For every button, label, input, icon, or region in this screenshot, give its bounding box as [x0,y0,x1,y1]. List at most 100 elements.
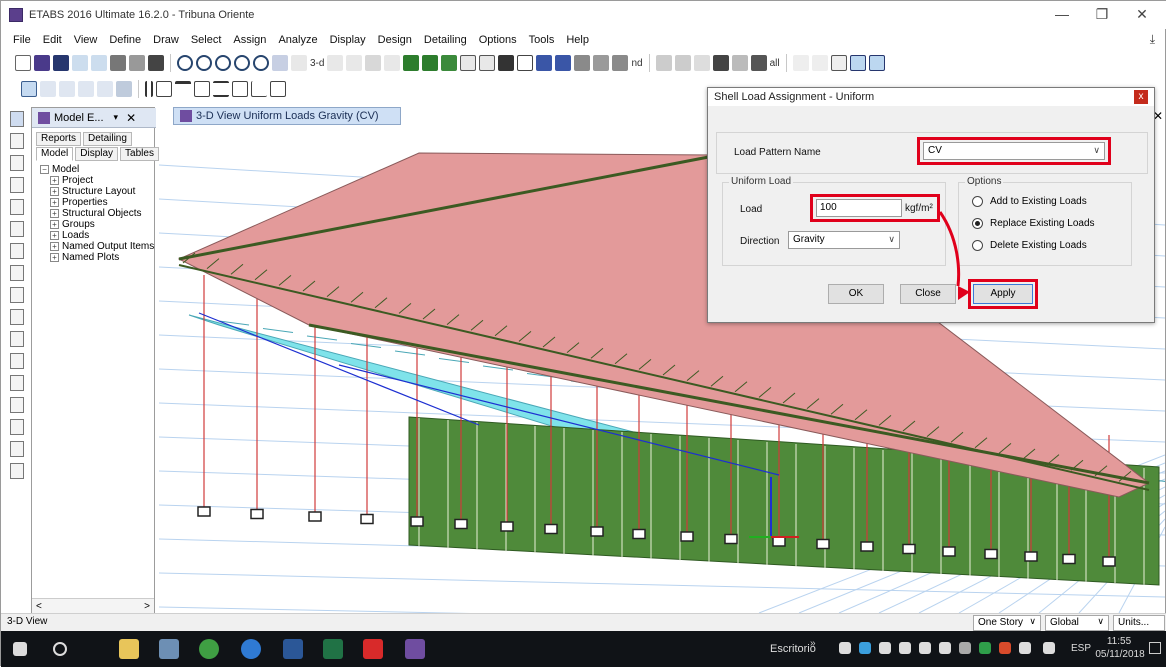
draw-opening-left-icon[interactable] [10,353,24,369]
select-all-button[interactable]: all [770,58,780,69]
expand-icon[interactable]: + [50,242,59,251]
tree-item-structure-layout[interactable]: + Structure Layout [50,186,154,197]
tree-item-properties[interactable]: + Properties [50,197,154,208]
shell-forces-icon[interactable] [574,55,591,71]
draw-opening-icon[interactable] [232,81,248,97]
menu-define[interactable]: Define [103,34,147,46]
frame-forces-icon[interactable] [555,55,572,71]
lock-icon[interactable] [129,55,145,71]
pencil-icon[interactable] [110,55,126,71]
steel-design-icon[interactable] [674,55,691,71]
expand-icon[interactable]: + [50,220,59,229]
deformed-shape-icon[interactable] [517,55,534,71]
expand-icon[interactable]: + [50,231,59,240]
shear-wall-design-icon[interactable] [731,55,748,71]
notification-icon[interactable] [1149,642,1161,654]
draw-link-icon[interactable] [97,81,113,97]
app-icon[interactable] [159,639,179,659]
tree-item-named-output-items[interactable]: + Named Output Items [50,241,154,252]
draw-rectangle-icon[interactable] [156,81,172,97]
close-icon[interactable]: ✕ [126,111,136,125]
tab-display[interactable]: Display [75,147,119,161]
units-button[interactable]: Units... [1113,615,1165,631]
expand-icon[interactable]: + [50,209,59,218]
language-indicator[interactable]: ESP [1071,643,1091,654]
table-display-icon[interactable] [612,55,629,71]
menu-file[interactable]: File [7,34,37,46]
zoom-out-icon[interactable] [253,55,269,71]
rotate-icon[interactable] [365,55,382,71]
menu-select[interactable]: Select [185,34,228,46]
scroll-left-icon[interactable]: < [36,601,42,612]
draw-cross-icon[interactable] [78,81,94,97]
menu-options[interactable]: Options [473,34,523,46]
tab-3d-view[interactable]: 3-D View Uniform Loads Gravity (CV) [173,107,401,125]
tray-icon[interactable] [839,642,851,654]
snap-icon[interactable] [21,81,37,97]
menu-edit[interactable]: Edit [37,34,68,46]
set-display-icon[interactable] [460,55,477,71]
draw-i-section-icon[interactable] [194,81,210,97]
draw-line-icon[interactable] [792,55,809,71]
detailing-icon[interactable] [750,55,767,71]
tree-item-model[interactable]: − Model [40,164,154,175]
menu-analyze[interactable]: Analyze [272,34,323,46]
clock-time[interactable]: 11:55 [1099,636,1139,647]
scroll-right-icon[interactable]: > [144,601,150,612]
draw-grid-icon[interactable] [116,81,132,97]
menu-help[interactable]: Help [560,34,595,46]
expand-icon[interactable]: + [50,176,59,185]
joist-design-icon[interactable] [712,55,729,71]
download-icon[interactable]: ⤓ [1150,32,1155,47]
tab-tables[interactable]: Tables [120,147,159,161]
draw-frame-icon[interactable] [40,81,56,97]
nd-button[interactable]: nd [631,58,642,69]
elevation-view-icon[interactable] [346,55,363,71]
draw-beam-icon[interactable] [811,55,828,71]
move-down-icon[interactable] [422,55,439,71]
quick-draw-area-icon[interactable] [10,309,24,325]
tree-item-loads[interactable]: + Loads [50,230,154,241]
clock-date[interactable]: 05/11/2018 [1095,649,1145,660]
word-icon[interactable] [283,639,303,659]
expand-icon[interactable]: + [50,187,59,196]
composite-design-icon[interactable] [693,55,710,71]
close-button[interactable]: ✕ [1127,5,1157,23]
reshape-icon[interactable] [10,133,24,149]
file-explorer-icon[interactable] [119,639,139,659]
excel-icon[interactable] [323,639,343,659]
volume-icon[interactable] [1019,642,1031,654]
draw-pier-icon[interactable] [270,81,286,97]
menu-display[interactable]: Display [324,34,372,46]
new-model-icon[interactable] [15,55,31,71]
zoom-previous-icon[interactable] [196,55,212,71]
acrobat-icon[interactable] [363,639,383,659]
collapse-icon[interactable]: − [40,165,49,174]
draw-joint-icon[interactable] [10,155,24,171]
draw-rect-area-icon[interactable] [10,287,24,303]
draw-section-cut-icon[interactable] [10,441,24,457]
draw-brace-icon[interactable] [849,55,866,71]
draw-wall-left-icon[interactable] [10,331,24,347]
network-icon[interactable] [959,642,971,654]
menu-detailing[interactable]: Detailing [418,34,473,46]
zoom-restore-icon[interactable] [215,55,231,71]
pen-icon[interactable] [1043,642,1055,654]
tab-model[interactable]: Model [36,147,74,161]
tree-item-project[interactable]: + Project [50,175,154,186]
draw-slab-icon[interactable] [213,81,229,97]
chrome-icon[interactable] [199,639,219,659]
virtual-work-icon[interactable] [593,55,610,71]
draw-link-left-icon[interactable] [10,375,24,391]
draw-beam-t-icon[interactable] [175,81,191,97]
tray-icon[interactable] [879,642,891,654]
etabs-taskbar-icon[interactable] [405,639,425,659]
concrete-design-icon[interactable] [655,55,672,71]
menu-view[interactable]: View [68,34,104,46]
force-diagram-icon[interactable] [536,55,553,71]
windows-start-icon[interactable] [13,642,27,656]
draw-dimension-icon[interactable] [10,397,24,413]
story-select[interactable]: One Story ∨ [973,615,1041,631]
expand-icon[interactable]: + [50,253,59,262]
zoom-in-icon[interactable] [234,55,250,71]
